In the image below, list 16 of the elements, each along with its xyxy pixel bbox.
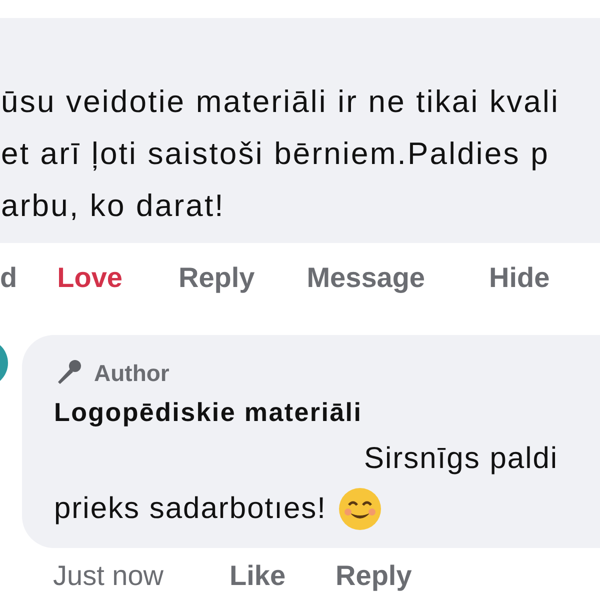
reply-text: prieks sadarbotıes! (54, 492, 326, 526)
action-link[interactable]: Hide (489, 262, 550, 294)
reaction-link[interactable]: Love (57, 262, 122, 294)
author-label: Author (94, 360, 170, 386)
reply-text: Sirsnīgs paldi (364, 442, 558, 476)
action-link[interactable]: d (0, 262, 18, 294)
author-name[interactable]: Logopēdiskie materiāli (54, 397, 600, 428)
smiley-icon (338, 487, 382, 531)
action-link[interactable]: Message (306, 262, 426, 294)
action-link[interactable]: Reply (336, 560, 412, 592)
action-link[interactable]: Like (230, 560, 286, 592)
comment-text: et arī ļoti saistoši bērniem.Paldies p (0, 135, 550, 173)
action-link[interactable]: Reply (178, 262, 255, 294)
comment-text: ūsu veidotie materiāli ir ne tikai kvali (0, 83, 560, 121)
timestamp: Just now (53, 560, 164, 592)
comment-text: arbu, ko darat! (0, 187, 226, 225)
